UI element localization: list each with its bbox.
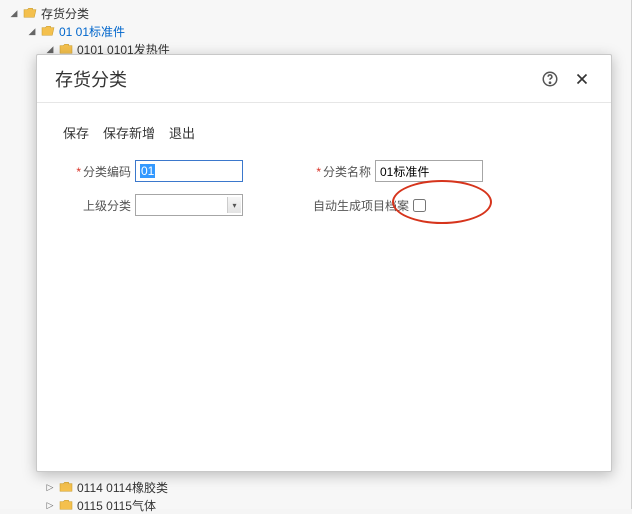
form-grid: *分类编码 01 *分类名称 上级分类 ▾ 自动生成项目档案: [63, 160, 585, 228]
tree-label: 01 01标准件: [59, 23, 125, 40]
collapse-icon[interactable]: ◢: [26, 25, 38, 37]
code-input[interactable]: 01: [135, 160, 243, 182]
exit-button[interactable]: 退出: [169, 123, 195, 142]
form-item-code: *分类编码 01: [63, 160, 303, 182]
parent-select[interactable]: ▾: [135, 194, 243, 216]
tree-node-0115[interactable]: ▷ 0115 0115气体: [0, 496, 631, 514]
save-button[interactable]: 保存: [63, 123, 89, 142]
folder-open-icon: [40, 24, 56, 38]
tree-label: 0115 0115气体: [77, 497, 156, 514]
form-item-name: *分类名称: [303, 160, 563, 182]
autogen-label: 自动生成项目档案: [313, 197, 409, 214]
parent-label: 上级分类: [63, 197, 131, 214]
save-new-button[interactable]: 保存新增: [103, 123, 155, 142]
form-item-parent: 上级分类 ▾: [63, 194, 303, 216]
expand-icon[interactable]: ▷: [44, 499, 56, 511]
form-item-autogen: 自动生成项目档案: [313, 194, 573, 216]
edit-dialog: 存货分类 保存 保存新增 退出 *分类编码 01 *分类名称: [36, 54, 612, 472]
folder-open-icon: [22, 6, 38, 20]
dialog-title: 存货分类: [55, 66, 539, 92]
action-row: 保存 保存新增 退出: [63, 123, 585, 142]
tree-node-01[interactable]: ◢ 01 01标准件: [0, 22, 631, 40]
close-icon[interactable]: [571, 68, 593, 90]
dialog-body: 保存 保存新增 退出 *分类编码 01 *分类名称 上级分类 ▾: [37, 103, 611, 248]
tree-node-0114[interactable]: ▷ 0114 0114橡胶类: [0, 478, 631, 496]
autogen-checkbox[interactable]: [413, 199, 426, 212]
help-icon[interactable]: [539, 68, 561, 90]
code-label: *分类编码: [63, 163, 131, 180]
tree-label: 0114 0114橡胶类: [77, 479, 168, 496]
name-label: *分类名称: [303, 163, 371, 180]
dialog-header: 存货分类: [37, 55, 611, 103]
tree-node-root[interactable]: ◢ 存货分类: [0, 4, 631, 22]
tree-label: 存货分类: [41, 5, 89, 22]
collapse-icon[interactable]: ◢: [8, 7, 20, 19]
folder-icon: [58, 498, 74, 512]
name-input[interactable]: [375, 160, 483, 182]
expand-icon[interactable]: ▷: [44, 481, 56, 493]
chevron-down-icon[interactable]: ▾: [227, 197, 241, 213]
folder-icon: [58, 480, 74, 494]
